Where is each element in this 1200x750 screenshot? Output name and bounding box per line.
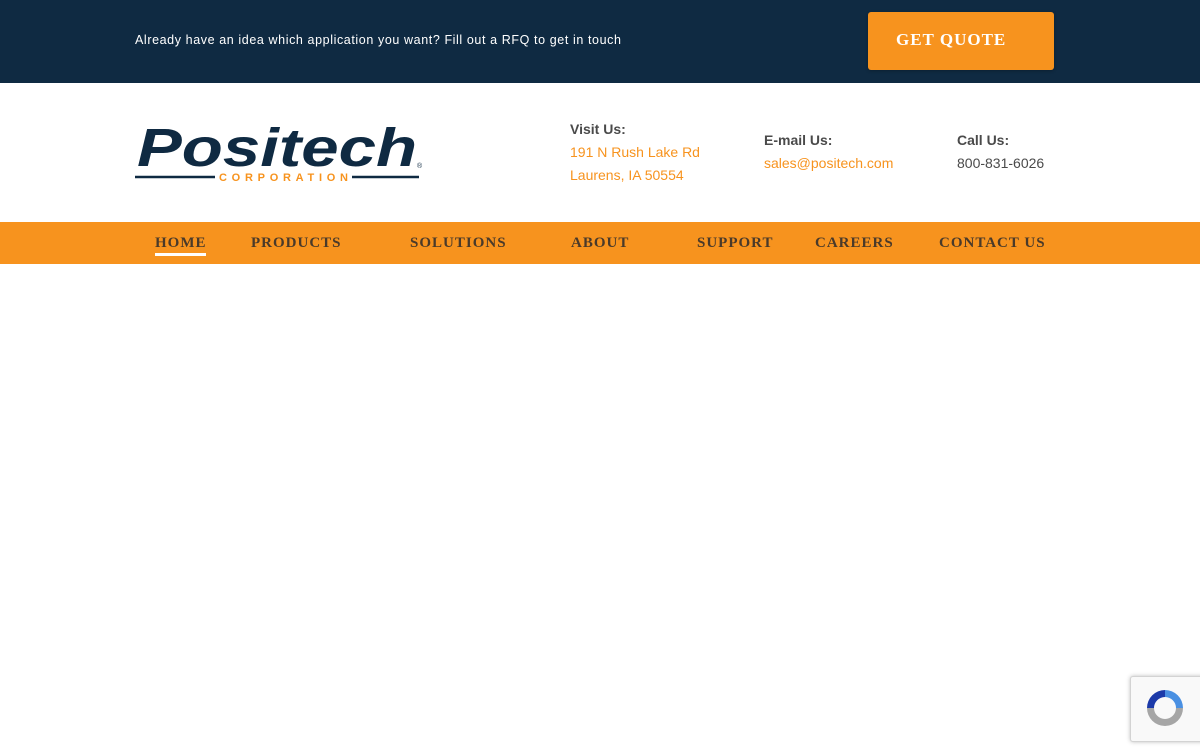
- active-nav-indicator: [155, 253, 206, 256]
- top-bar: Already have an idea which application y…: [0, 0, 1200, 83]
- nav-item-solutions[interactable]: SOLUTIONS: [410, 235, 507, 252]
- rfq-message: Already have an idea which application y…: [135, 33, 622, 47]
- main-nav: HOME PRODUCTS SOLUTIONS ABOUT SUPPORT CA…: [0, 222, 1200, 264]
- address-line-2[interactable]: Laurens, IA 50554: [570, 167, 684, 183]
- nav-item-home[interactable]: HOME: [155, 235, 207, 252]
- nav-item-about[interactable]: ABOUT: [571, 235, 629, 252]
- recaptcha-icon: [1147, 690, 1183, 726]
- logo-subtitle: CORPORATION: [219, 172, 348, 184]
- nav-item-contact-us[interactable]: CONTACT US: [939, 235, 1046, 252]
- nav-item-careers[interactable]: CAREERS: [815, 235, 894, 252]
- positech-logo[interactable]: Positech ® CORPORATION: [135, 122, 427, 184]
- address-line-1[interactable]: 191 N Rush Lake Rd: [570, 144, 700, 160]
- call-us-label: Call Us:: [957, 132, 1010, 148]
- nav-item-products[interactable]: PRODUCTS: [251, 235, 342, 252]
- get-quote-button[interactable]: GET QUOTE: [868, 12, 1054, 70]
- nav-item-support[interactable]: SUPPORT: [697, 235, 773, 252]
- logo-trademark: ®: [417, 162, 423, 170]
- recaptcha-badge[interactable]: [1130, 676, 1200, 742]
- site-header: Positech ® CORPORATION Visit Us: 191 N R…: [0, 83, 1200, 222]
- visit-us-label: Visit Us:: [570, 121, 626, 137]
- email-us-label: E-mail Us:: [764, 132, 833, 148]
- logo-wordmark: Positech: [137, 122, 417, 178]
- email-link[interactable]: sales@positech.com: [764, 155, 893, 171]
- phone-number[interactable]: 800-831-6026: [957, 155, 1044, 171]
